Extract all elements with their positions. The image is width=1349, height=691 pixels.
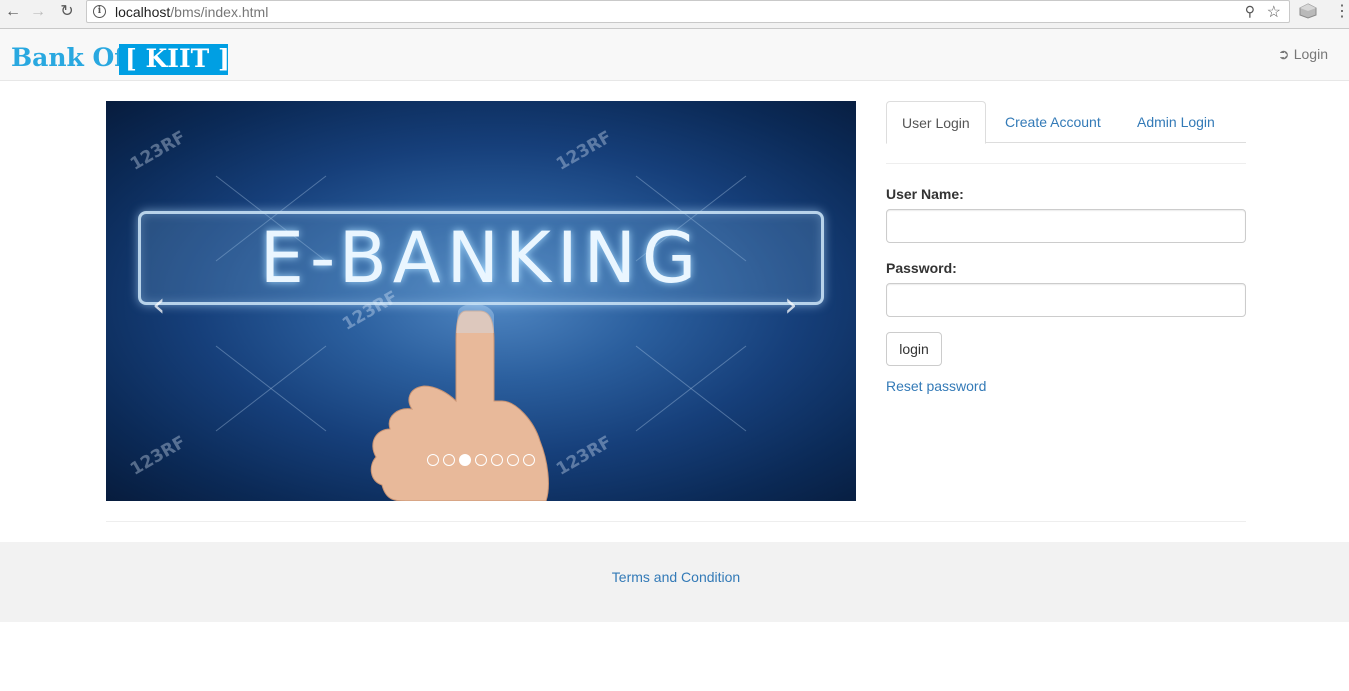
url-path: /bms/index.html xyxy=(170,4,269,20)
carousel-indicator-dot[interactable] xyxy=(491,454,503,466)
carousel-indicator-dot[interactable] xyxy=(459,454,471,466)
divider xyxy=(106,521,1246,522)
tab-create-account[interactable]: Create Account xyxy=(990,101,1116,143)
site-navbar: Bank Of [ KIIT ] ➲ Login xyxy=(0,29,1349,81)
password-label: Password: xyxy=(886,260,957,276)
carousel-indicator-dot[interactable] xyxy=(475,454,487,466)
login-button[interactable]: login xyxy=(886,332,942,366)
info-icon[interactable]: i xyxy=(93,5,106,18)
carousel-prev-icon[interactable]: ‹ xyxy=(152,285,166,325)
sign-in-icon: ➲ xyxy=(1277,46,1290,62)
username-input[interactable] xyxy=(886,209,1246,243)
divider xyxy=(886,163,1246,164)
tab-user-login[interactable]: User Login xyxy=(886,101,986,144)
key-icon[interactable]: ⚲ xyxy=(1245,3,1255,20)
menu-dots-icon[interactable]: ⋮ xyxy=(1334,2,1349,22)
carousel-next-icon[interactable]: › xyxy=(784,285,798,325)
carousel-indicator-dot[interactable] xyxy=(507,454,519,466)
reload-icon[interactable]: ↻ xyxy=(56,2,78,22)
forward-arrow-icon[interactable]: → xyxy=(27,2,49,22)
browser-toolbar: ← → ↻ i localhost/bms/index.html ⚲ ☆ ⋮ xyxy=(0,0,1349,29)
terms-link[interactable]: Terms and Condition xyxy=(0,569,1349,585)
brand-prefix[interactable]: Bank Of xyxy=(11,43,125,72)
brand-highlight[interactable]: [ KIIT ] xyxy=(119,44,230,75)
reset-password-link[interactable]: Reset password xyxy=(886,378,986,394)
extension-icon[interactable] xyxy=(1299,3,1317,19)
username-label: User Name: xyxy=(886,186,964,202)
footer: Terms and Condition xyxy=(0,542,1349,622)
carousel-indicators xyxy=(427,454,535,466)
navbar-login-link[interactable]: ➲ Login xyxy=(1278,46,1328,63)
url-host: localhost xyxy=(115,4,171,20)
carousel-indicator-dot[interactable] xyxy=(443,454,455,466)
carousel-indicator-dot[interactable] xyxy=(523,454,535,466)
pointing-hand-image xyxy=(370,303,549,501)
carousel-indicator-dot[interactable] xyxy=(427,454,439,466)
password-input[interactable] xyxy=(886,283,1246,317)
back-arrow-icon[interactable]: ← xyxy=(2,2,24,22)
star-icon[interactable]: ☆ xyxy=(1267,2,1281,22)
url-text[interactable]: localhost/bms/index.html xyxy=(115,4,268,20)
image-carousel: E-BANKING 123RF 123RF 123RF 123RF 123RF … xyxy=(106,101,856,501)
address-bar[interactable]: i localhost/bms/index.html ⚲ ☆ xyxy=(86,0,1290,23)
tab-admin-login[interactable]: Admin Login xyxy=(1122,101,1230,143)
login-tabs: User Login Create Account Admin Login xyxy=(886,101,1246,144)
navbar-login-label: Login xyxy=(1293,46,1328,62)
